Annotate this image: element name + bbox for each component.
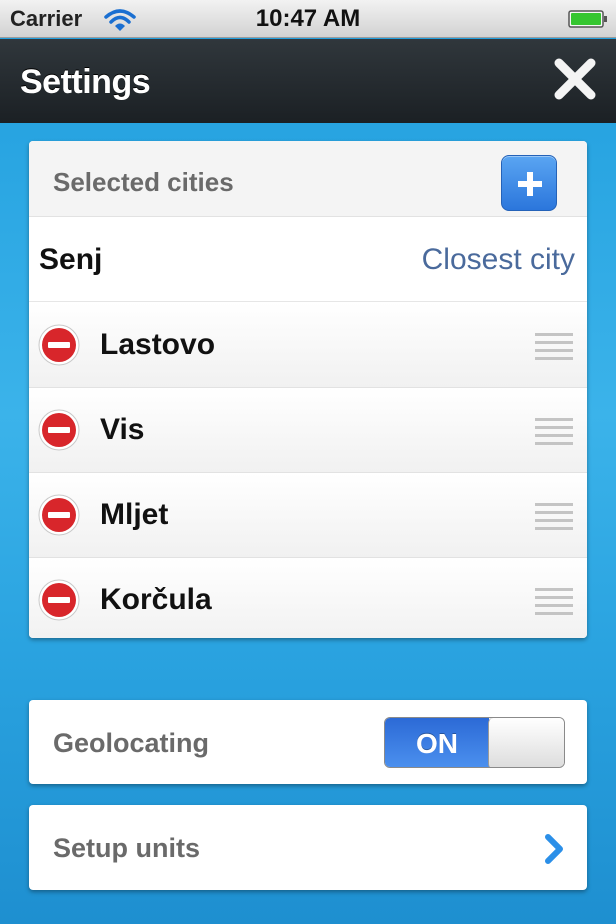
- drag-handle-icon[interactable]: [535, 331, 573, 361]
- geolocating-card: Geolocating ON: [29, 700, 587, 784]
- remove-icon[interactable]: [37, 408, 81, 452]
- title-bar: Settings: [0, 39, 616, 123]
- toggle-knob[interactable]: [488, 718, 564, 767]
- city-row: Korčula: [29, 558, 587, 638]
- plus-icon: [518, 172, 542, 196]
- city-row: Vis: [29, 388, 587, 473]
- drag-handle-icon[interactable]: [535, 586, 573, 616]
- city-name: Vis: [100, 413, 145, 446]
- close-icon[interactable]: [553, 57, 597, 101]
- city-name: Mljet: [100, 498, 169, 531]
- city-name: Korčula: [100, 583, 212, 616]
- selected-cities-label: Selected cities: [53, 167, 234, 197]
- closest-city-name: Senj: [39, 243, 103, 276]
- city-row: Mljet: [29, 473, 587, 558]
- battery-icon: [568, 10, 607, 28]
- city-row: Lastovo: [29, 303, 587, 388]
- setup-units-label: Setup units: [53, 833, 200, 863]
- selected-cities-header: Selected cities: [29, 141, 587, 217]
- geolocating-toggle[interactable]: ON: [384, 717, 565, 768]
- city-name: Lastovo: [100, 328, 216, 361]
- closest-city-row: Senj Closest city: [29, 218, 587, 302]
- drag-handle-icon[interactable]: [535, 416, 573, 446]
- geolocating-label: Geolocating: [53, 728, 210, 758]
- closest-city-label: Closest city: [421, 243, 575, 276]
- clock: 10:47 AM: [255, 5, 361, 32]
- remove-icon[interactable]: [37, 323, 81, 367]
- remove-icon[interactable]: [37, 578, 81, 622]
- setup-units-row[interactable]: Setup units: [29, 805, 587, 890]
- page-title: Settings: [20, 63, 151, 101]
- remove-icon[interactable]: [37, 493, 81, 537]
- chevron-right-icon: [545, 834, 563, 864]
- selected-cities-card: Selected cities Senj Closest city Lastov…: [29, 141, 587, 638]
- status-bar: Carrier 10:47 AM: [0, 0, 616, 38]
- toggle-on-label: ON: [385, 718, 489, 767]
- add-city-button[interactable]: [501, 155, 557, 211]
- drag-handle-icon[interactable]: [535, 501, 573, 531]
